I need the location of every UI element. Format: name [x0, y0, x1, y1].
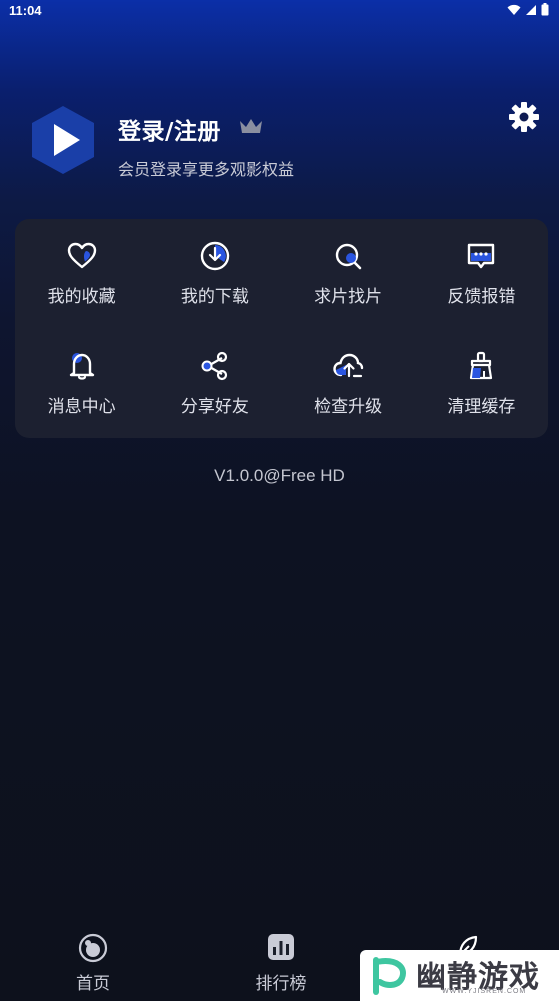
status-bar: 11:04: [0, 0, 559, 22]
app-logo-icon: [32, 106, 94, 174]
download-clock-icon: [200, 242, 230, 271]
crown-icon: [240, 119, 262, 133]
login-register-link[interactable]: 登录/注册: [118, 112, 221, 146]
menu-downloads[interactable]: 我的下载: [148, 219, 281, 329]
share-icon: [201, 351, 227, 380]
search-icon: [335, 244, 362, 270]
heart-icon: [67, 243, 96, 269]
status-icons: [507, 3, 549, 16]
gear-icon[interactable]: [508, 101, 540, 133]
watermark-url: WWW.YJISREN.COM: [442, 988, 527, 995]
watermark-logo-icon: [373, 957, 406, 995]
menu-favorites[interactable]: 我的收藏: [15, 219, 148, 329]
menu-label: 检查升级: [314, 396, 383, 417]
tab-label: 首页: [76, 974, 110, 994]
menu-label: 我的收藏: [47, 287, 116, 308]
home-icon: [78, 933, 108, 963]
feedback-icon: [468, 244, 495, 269]
status-time: 11:04: [9, 3, 42, 18]
menu-request[interactable]: 求片找片: [282, 219, 415, 329]
menu-label: 消息中心: [47, 396, 116, 417]
brush-icon: [470, 351, 493, 379]
function-grid: 我的收藏 我的下载 求片找片 反馈报错 消息中心 分享好友 检查升级 清理缓存: [15, 219, 548, 438]
menu-label: 我的下载: [180, 287, 249, 308]
menu-label: 反馈报错: [447, 287, 516, 308]
menu-label: 求片找片: [314, 287, 383, 308]
tab-label: 排行榜: [255, 974, 307, 994]
cloud-upload-icon: [333, 353, 364, 377]
tab-ranking[interactable]: 排行榜: [221, 931, 341, 994]
signal-icon: [526, 4, 536, 15]
menu-label: 分享好友: [180, 396, 249, 417]
watermark: 幽静游戏 WWW.YJISREN.COM: [360, 950, 559, 1001]
menu-messages[interactable]: 消息中心: [15, 329, 148, 439]
menu-clear-cache[interactable]: 清理缓存: [415, 329, 548, 439]
bell-icon: [69, 352, 94, 380]
wifi-icon: [507, 4, 521, 15]
battery-icon: [541, 3, 549, 16]
version-text: V1.0.0@Free HD: [214, 466, 345, 485]
tab-home[interactable]: 首页: [33, 931, 153, 994]
ranking-icon: [268, 934, 294, 960]
menu-update[interactable]: 检查升级: [282, 329, 415, 439]
profile-header[interactable]: 登录/注册 会员登录享更多观影权益: [30, 104, 530, 184]
menu-label: 清理缓存: [447, 396, 516, 417]
login-subtitle: 会员登录享更多观影权益: [118, 160, 295, 179]
menu-share[interactable]: 分享好友: [148, 329, 281, 439]
menu-feedback[interactable]: 反馈报错: [415, 219, 548, 329]
